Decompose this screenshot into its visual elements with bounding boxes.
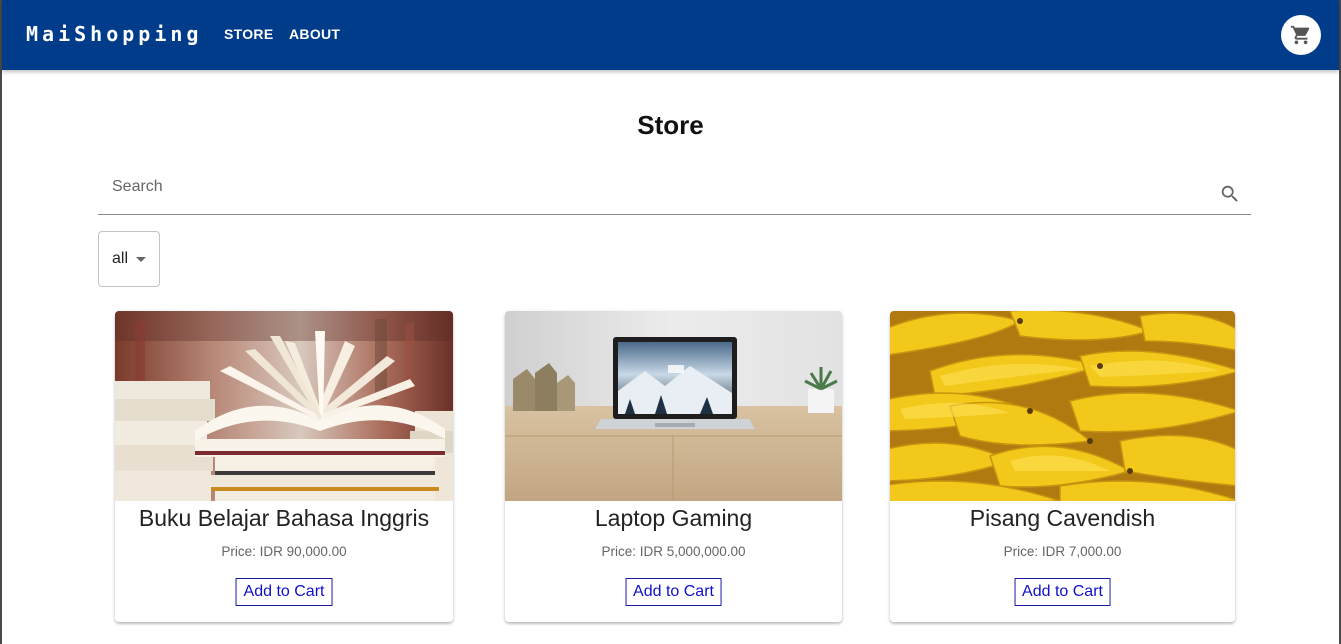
product-price: Price: IDR 90,000.00	[221, 544, 347, 559]
product-card: Pisang Cavendish Price: IDR 7,000.00 Add…	[890, 311, 1235, 622]
search-icon[interactable]	[1219, 183, 1241, 205]
app-bar: MaiShopping STORE ABOUT	[2, 0, 1339, 70]
category-filter-select[interactable]: all	[98, 231, 160, 287]
add-to-cart-button[interactable]: Add to Cart	[1014, 578, 1111, 606]
search-input[interactable]	[98, 165, 1198, 209]
product-name: Laptop Gaming	[594, 505, 753, 531]
product-price: Price: IDR 7,000.00	[1003, 544, 1122, 559]
filter-selected-value: all	[112, 250, 129, 267]
open-book-photo	[115, 311, 453, 501]
product-name: Pisang Cavendish	[969, 505, 1156, 531]
shopping-cart-icon	[1290, 25, 1310, 45]
laptop-photo	[505, 311, 842, 501]
caret-down-icon	[136, 256, 147, 262]
product-card: Laptop Gaming Price: IDR 5,000,000.00 Ad…	[505, 311, 842, 622]
product-name: Buku Belajar Bahasa Inggris	[138, 505, 430, 531]
search-field	[98, 165, 1251, 215]
page-title: Store	[637, 110, 704, 140]
product-price: Price: IDR 5,000,000.00	[601, 544, 746, 559]
nav-about-link[interactable]: ABOUT	[289, 26, 340, 42]
add-to-cart-button[interactable]: Add to Cart	[625, 578, 722, 606]
bananas-photo	[890, 311, 1235, 501]
brand-logo[interactable]: MaiShopping	[26, 22, 202, 46]
cart-button[interactable]	[1281, 15, 1321, 55]
product-card: Buku Belajar Bahasa Inggris Price: IDR 9…	[115, 311, 453, 622]
nav-store-link[interactable]: STORE	[224, 26, 273, 42]
add-to-cart-button[interactable]: Add to Cart	[235, 578, 333, 606]
